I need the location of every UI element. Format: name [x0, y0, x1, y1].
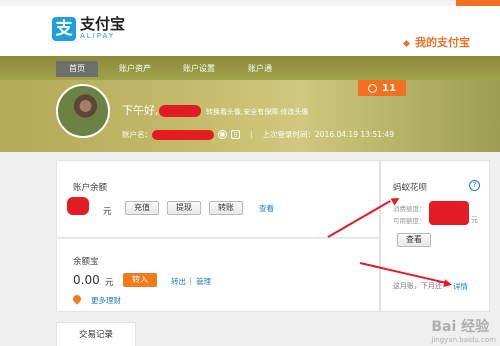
recharge-button[interactable]: 充值 [125, 201, 159, 215]
message-badge[interactable]: 11 [358, 80, 406, 96]
account-label: 账户名： [122, 130, 152, 139]
redacted-username [158, 105, 201, 117]
balance-currency: 元 [103, 207, 112, 217]
redacted-credit [429, 201, 469, 225]
withdraw-button[interactable]: 提现 [167, 201, 201, 215]
huabei-view-button[interactable]: 查看 [397, 233, 431, 247]
yuebao-panel: 余额宝 0.00 元 转入 转出 | 管理 更多理财 [56, 238, 380, 312]
link-divider: | [189, 276, 192, 285]
greeting: 下午好, 转换看头像,安全有保障 修改头像 [122, 102, 308, 118]
consumed-label: 消费额度： [393, 205, 426, 213]
tab-account-pass[interactable]: 账户通 [236, 61, 284, 77]
avatar[interactable] [56, 84, 110, 138]
balance-panel: 账户余额 元 充值 提现 转账 查看 [56, 160, 380, 238]
tab-transactions[interactable]: 交易记录 [56, 322, 136, 346]
profile-banner: 下午好, 转换看头像,安全有保障 修改头像 账户名： ● ▯ | 上次登录时间：… [0, 80, 500, 152]
tab-account-settings[interactable]: 账户设置 [172, 61, 226, 77]
logo-name-cn: 支付宝 [80, 15, 126, 33]
details-link[interactable]: 详情 [453, 281, 468, 292]
transfer-button[interactable]: 转账 [209, 201, 243, 215]
watermark-main: Bai 经验 [431, 319, 490, 335]
tab-home[interactable]: 首页 [56, 61, 98, 77]
main-nav: 首页 账户资产 账户设置 账户通 [0, 56, 500, 80]
rocket-icon [71, 293, 83, 305]
balance-title: 账户余额 [73, 183, 108, 193]
huabei-title: 蚂蚁花呗 [393, 183, 428, 193]
transfer-out-link[interactable]: 转出 [171, 276, 186, 287]
tab-account-assets[interactable]: 账户资产 [108, 61, 162, 77]
last-login: 上次登录时间：2016.04.19 13:51:49 [262, 130, 395, 139]
redacted-balance [67, 197, 89, 215]
view-balance-link[interactable]: 查看 [259, 203, 274, 214]
manage-link[interactable]: 管理 [196, 276, 211, 287]
yuebao-amount: 0.00 [73, 273, 100, 287]
available-label: 可用额度： [393, 217, 426, 225]
alipay-logo[interactable]: 支 支付宝 ALIPAY [52, 16, 125, 41]
help-icon[interactable]: ? [469, 180, 480, 191]
person-icon[interactable]: ● [218, 130, 227, 139]
diamond-icon [402, 39, 411, 47]
logo-name-en: ALIPAY [80, 32, 116, 40]
alarm-clock-icon [368, 83, 378, 93]
header: 支 支付宝 ALIPAY 我的支付宝 [0, 6, 500, 56]
huabei-panel: 蚂蚁花呗 ? 消费额度： 可用额度： 元 查看 这月账，下月还 详情 [380, 160, 490, 312]
message-count: 11 [382, 82, 396, 94]
divider: | [250, 130, 253, 139]
logo-text: 支付宝 ALIPAY [80, 16, 125, 41]
yuebao-title: 余额宝 [73, 257, 99, 267]
my-alipay-link[interactable]: 我的支付宝 [402, 34, 470, 50]
greeting-text: 下午好, [122, 104, 159, 117]
alipay-logo-icon: 支 [52, 16, 76, 41]
huabei-currency: 元 [471, 216, 478, 224]
yuebao-currency: 元 [105, 278, 114, 288]
redacted-account-name [152, 129, 214, 140]
watermark: Bai 经验 jingyan.baidu.com [431, 316, 496, 344]
transfer-in-button[interactable]: 转入 [123, 273, 157, 287]
phone-icon[interactable]: ▯ [231, 130, 240, 139]
avatar-hint[interactable]: 转换看头像,安全有保障 修改头像 [206, 108, 308, 116]
watermark-sub: jingyan.baidu.com [431, 336, 496, 344]
bill-note: 这月账，下月还 [393, 282, 442, 290]
more-wealth-link[interactable]: 更多理财 [91, 295, 121, 306]
my-alipay-label: 我的支付宝 [415, 36, 470, 49]
account-line: 账户名： ● ▯ | 上次登录时间：2016.04.19 13:51:49 [122, 129, 394, 140]
